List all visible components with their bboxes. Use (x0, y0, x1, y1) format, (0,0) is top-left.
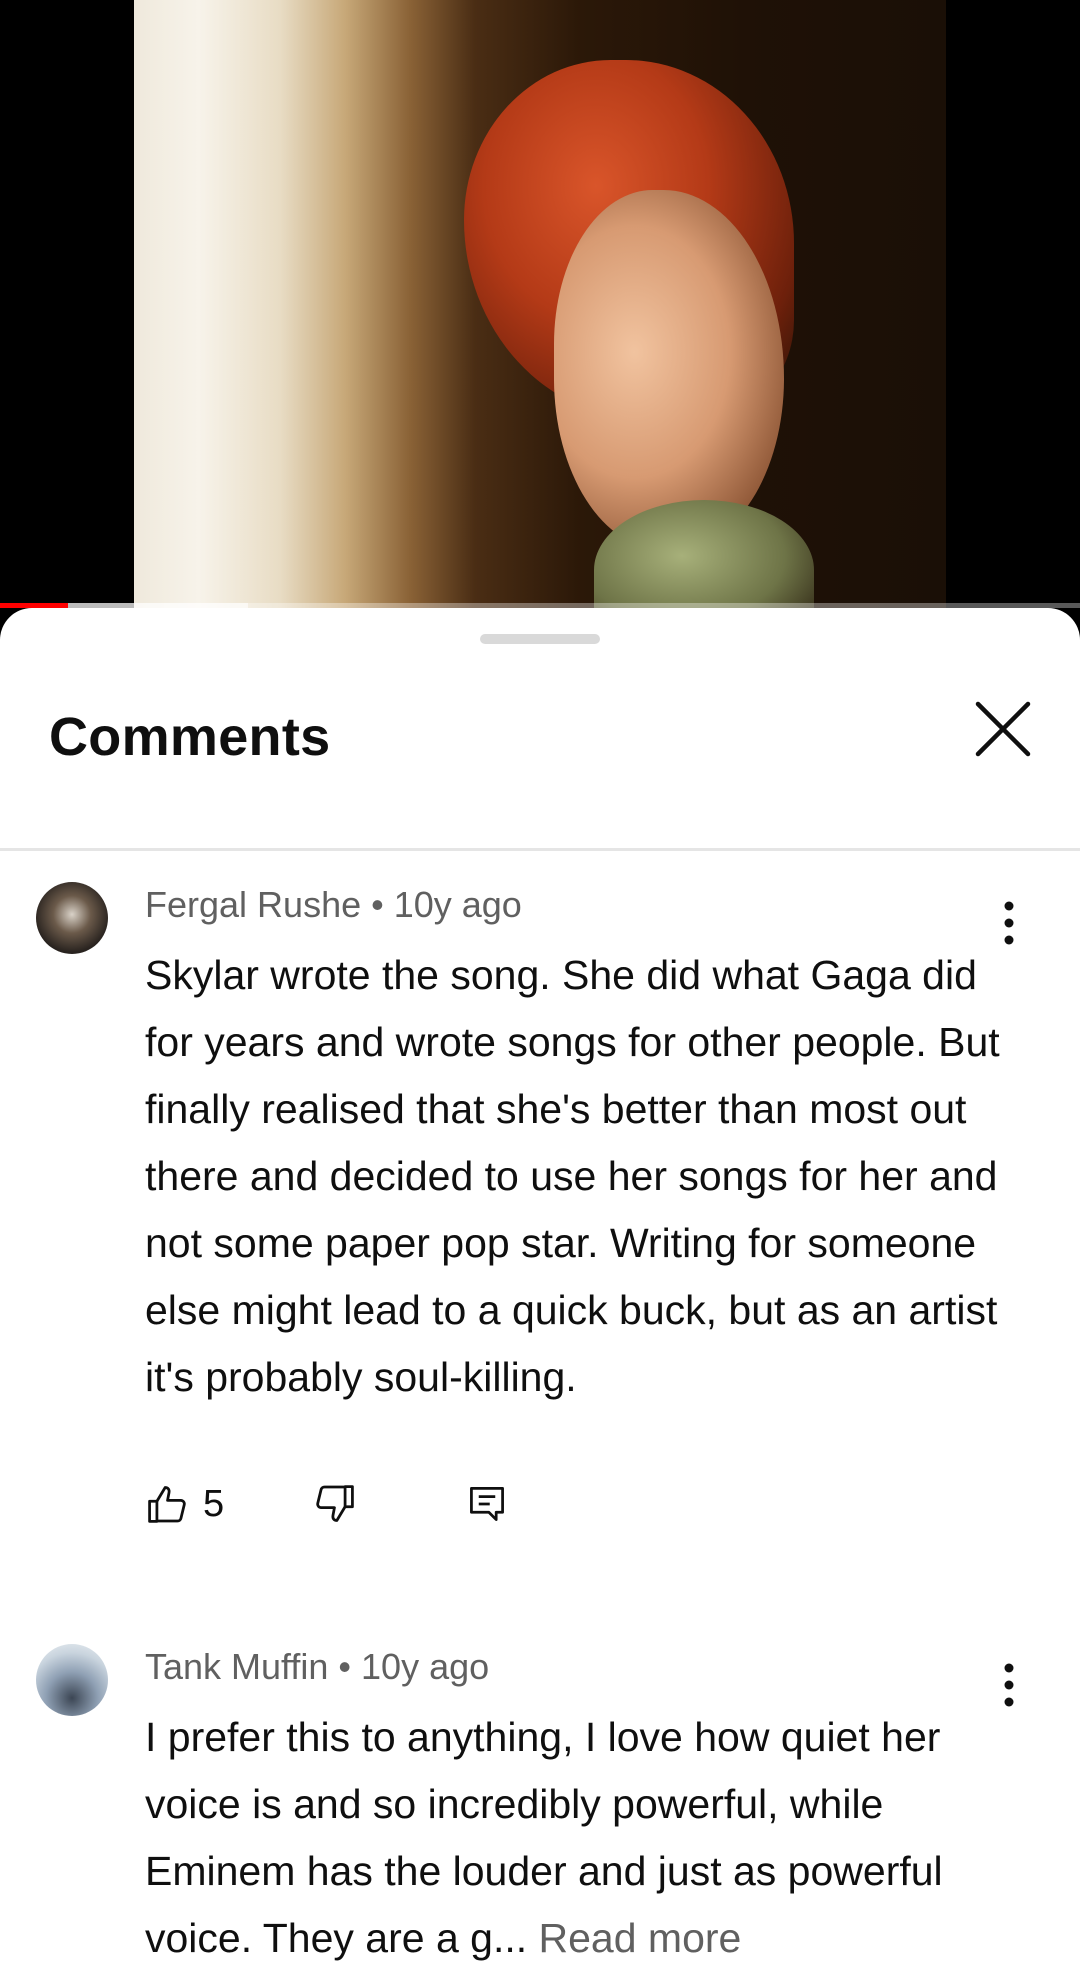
dislike-button[interactable] (313, 1476, 357, 1532)
read-more-link[interactable]: Read more (527, 1915, 742, 1961)
drag-handle[interactable] (480, 634, 600, 644)
comment-text[interactable]: I prefer this to anything, I love how qu… (145, 1704, 1005, 1972)
video-player[interactable] (0, 0, 1080, 608)
comment-meta[interactable]: Fergal Rushe • 10y ago (145, 884, 522, 926)
reply-icon (470, 1487, 504, 1521)
avatar[interactable] (36, 1644, 108, 1716)
comments-sheet: Comments Fergal Rushe • 10y ago Skylar w… (0, 608, 1080, 1985)
close-button[interactable] (970, 696, 1036, 762)
more-vertical-icon (1004, 901, 1014, 945)
comment-meta[interactable]: Tank Muffin • 10y ago (145, 1646, 489, 1688)
comment-text[interactable]: Skylar wrote the song. She did what Gaga… (145, 942, 1005, 1411)
thumbs-down-icon (316, 1485, 354, 1522)
comments-header: Comments (0, 668, 1080, 851)
header-divider (0, 848, 1080, 851)
comment-actions: 5 (145, 1476, 745, 1536)
thumbs-up-icon (148, 1486, 186, 1523)
like-count: 5 (203, 1482, 225, 1525)
reply-button[interactable] (465, 1476, 509, 1532)
comment-menu-button[interactable] (992, 898, 1026, 948)
video-frame[interactable] (134, 0, 946, 608)
close-icon (975, 701, 1031, 757)
comments-title: Comments (49, 707, 331, 767)
more-vertical-icon (1004, 1663, 1014, 1707)
comment-menu-button[interactable] (992, 1660, 1026, 1710)
avatar[interactable] (36, 882, 108, 954)
like-button[interactable]: 5 (145, 1476, 224, 1532)
